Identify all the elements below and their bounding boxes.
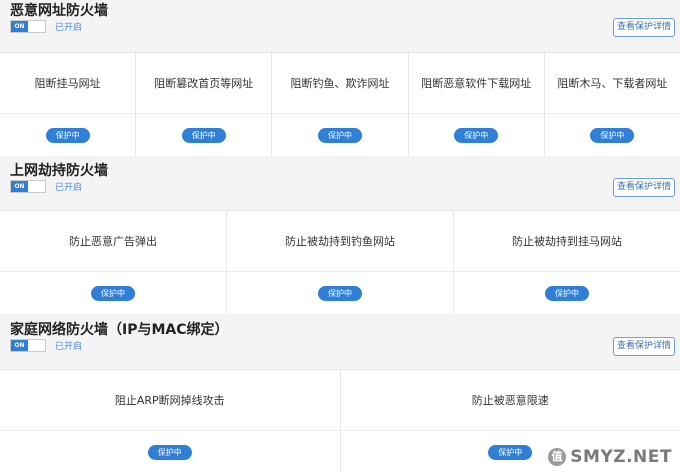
protecting-badge: 保护中 bbox=[91, 285, 135, 301]
protection-card: 防止恶意广告弹出 保护中 bbox=[0, 211, 227, 314]
card-label: 阻断木马、下载者网址 bbox=[544, 53, 680, 114]
status-text: 已开启 bbox=[55, 183, 83, 193]
toggle-on-label: ON bbox=[11, 181, 28, 192]
card-label: 阻断篡改首页等网址 bbox=[136, 53, 272, 114]
view-protection-details-button[interactable]: 查看保护详情 bbox=[613, 337, 675, 356]
protecting-badge: 保护中 bbox=[181, 127, 226, 143]
section-header: 家庭网络防火墙（IP与MAC绑定） ON 已开启 查看保护详情 bbox=[0, 314, 680, 369]
watermark-text: SMYZ.NET bbox=[570, 447, 672, 467]
protecting-badge: 保护中 bbox=[590, 127, 635, 143]
view-protection-details-button[interactable]: 查看保护详情 bbox=[613, 18, 675, 37]
card-label: 防止恶意广告弹出 bbox=[0, 211, 226, 272]
protection-card: 阻断木马、下载者网址 保护中 bbox=[544, 53, 680, 156]
section-title: 家庭网络防火墙（IP与MAC绑定） bbox=[10, 322, 229, 338]
card-label: 防止被劫持到钓鱼网站 bbox=[227, 211, 453, 272]
card-label: 阻止ARP断网掉线攻击 bbox=[0, 370, 340, 431]
section-title: 上网劫持防火墙 bbox=[10, 163, 108, 179]
protecting-badge: 保护中 bbox=[488, 444, 533, 460]
section-header: 上网劫持防火墙 ON 已开启 查看保护详情 bbox=[0, 157, 680, 210]
card-label: 阻断挂马网址 bbox=[0, 53, 136, 114]
card-label: 防止被恶意限速 bbox=[340, 370, 680, 431]
view-protection-details-button[interactable]: 查看保护详情 bbox=[613, 178, 675, 197]
protection-card: 防止被劫持到钓鱼网站 保护中 bbox=[227, 211, 454, 314]
hijack-firewall-section: 上网劫持防火墙 ON 已开启 查看保护详情 防止恶意广告弹出 保护中 防止被劫持… bbox=[0, 157, 680, 314]
protecting-badge: 保护中 bbox=[545, 285, 589, 301]
firewall-toggle[interactable]: ON bbox=[10, 20, 46, 33]
protection-card: 阻止ARP断网掉线攻击 保护中 bbox=[0, 370, 341, 473]
protecting-badge: 保护中 bbox=[454, 127, 499, 143]
protection-card: 阻断钓鱼、欺诈网址 保护中 bbox=[272, 53, 409, 156]
protecting-badge: 保护中 bbox=[147, 444, 192, 460]
firewall-toggle[interactable]: ON bbox=[10, 180, 46, 193]
protection-card: 阻断篡改首页等网址 保护中 bbox=[136, 53, 273, 156]
site-watermark: 值 SMYZ.NET bbox=[548, 447, 672, 467]
firewall-toggle[interactable]: ON bbox=[10, 339, 46, 352]
protecting-badge: 保护中 bbox=[318, 285, 362, 301]
watermark-logo-icon: 值 bbox=[548, 448, 567, 466]
protecting-badge: 保护中 bbox=[45, 127, 90, 143]
protection-cards: 防止恶意广告弹出 保护中 防止被劫持到钓鱼网站 保护中 防止被劫持到挂马网站 保… bbox=[0, 210, 680, 314]
protection-card: 防止被劫持到挂马网站 保护中 bbox=[454, 211, 680, 314]
toggle-on-label: ON bbox=[11, 340, 28, 351]
status-text: 已开启 bbox=[55, 342, 83, 352]
malicious-url-firewall-section: 恶意网址防火墙 ON 已开启 查看保护详情 阻断挂马网址 保护中 阻断篡改首页等… bbox=[0, 0, 680, 156]
card-label: 阻断恶意软件下载网址 bbox=[408, 53, 544, 114]
section-title: 恶意网址防火墙 bbox=[10, 3, 108, 19]
section-header: 恶意网址防火墙 ON 已开启 查看保护详情 bbox=[0, 0, 680, 52]
protection-card: 阻断恶意软件下载网址 保护中 bbox=[408, 53, 545, 156]
protecting-badge: 保护中 bbox=[318, 127, 362, 143]
protection-card: 阻断挂马网址 保护中 bbox=[0, 53, 137, 156]
status-text: 已开启 bbox=[55, 23, 83, 33]
card-label: 防止被劫持到挂马网站 bbox=[454, 211, 680, 272]
card-label: 阻断钓鱼、欺诈网址 bbox=[272, 53, 408, 114]
protection-cards: 阻断挂马网址 保护中 阻断篡改首页等网址 保护中 阻断钓鱼、欺诈网址 保护中 阻… bbox=[0, 52, 680, 156]
toggle-on-label: ON bbox=[11, 21, 28, 32]
